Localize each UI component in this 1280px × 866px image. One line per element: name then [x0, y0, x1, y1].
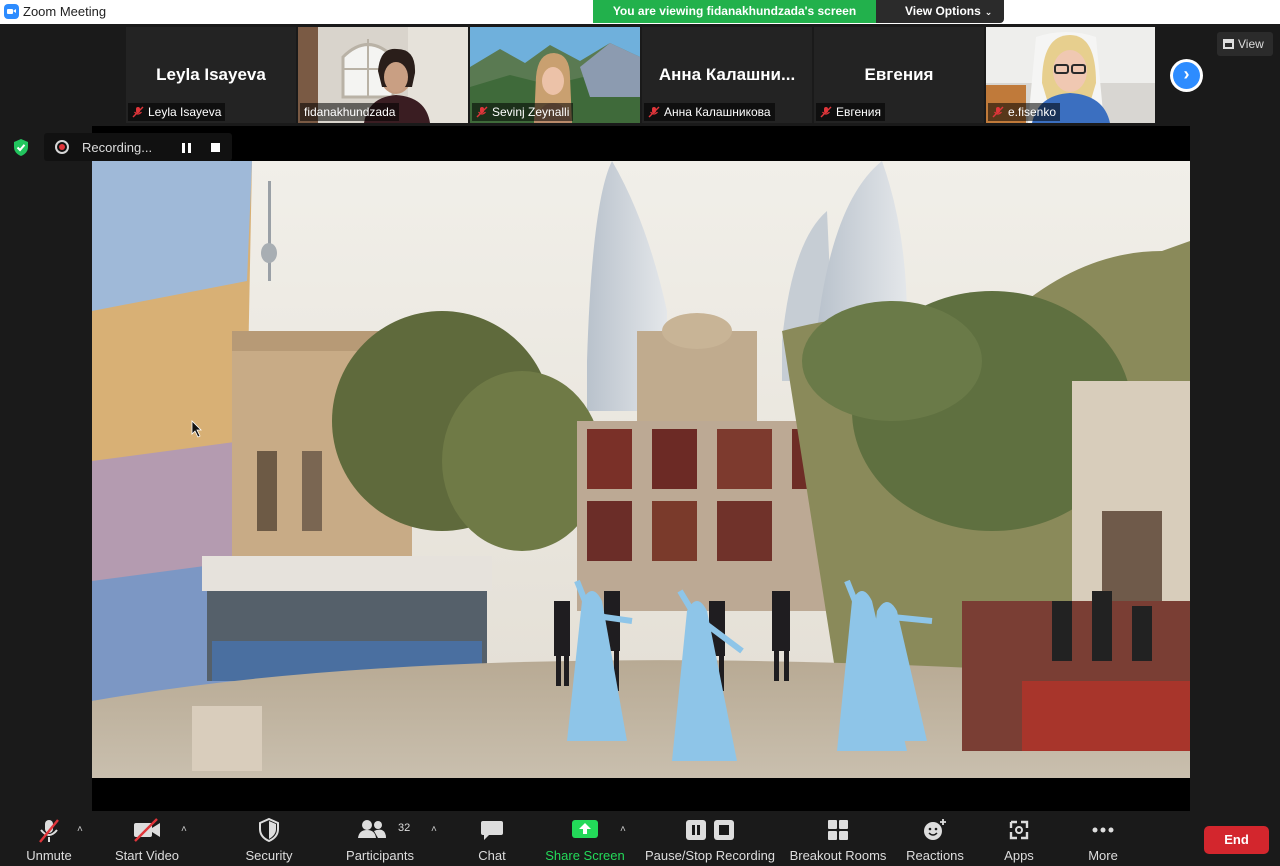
reactions-button[interactable]: Reactions	[902, 812, 968, 866]
more-button[interactable]: More	[1072, 812, 1134, 866]
audio-options-caret-icon[interactable]: ˄	[77, 824, 83, 835]
participant-name: e.fisenko	[1008, 105, 1057, 119]
muted-mic-icon	[820, 106, 832, 118]
shared-video-content	[92, 161, 1190, 778]
video-off-icon	[134, 818, 160, 842]
reactions-smiley-icon	[924, 819, 946, 840]
chat-label: Chat	[478, 848, 506, 863]
recording-indicator: Recording...	[44, 133, 232, 161]
pause-stop-recording-button[interactable]: Pause/Stop Recording	[644, 812, 776, 866]
muted-mic-icon	[476, 106, 488, 118]
encryption-shield-icon[interactable]	[12, 138, 30, 157]
more-label: More	[1088, 848, 1118, 863]
participant-display-name: Leyla Isayeva	[156, 65, 266, 84]
chat-button[interactable]: Chat	[462, 812, 522, 866]
muted-mic-icon	[992, 106, 1004, 118]
security-label: Security	[245, 848, 293, 863]
apps-label: Apps	[1004, 848, 1034, 863]
participants-options-caret-icon[interactable]: ˄	[431, 824, 437, 835]
breakout-rooms-grid-icon	[828, 820, 848, 840]
muted-mic-icon	[132, 106, 144, 118]
participant-nameplate: Sevinj Zeynalli	[472, 103, 574, 121]
shared-video-scene	[92, 161, 1190, 778]
reactions-label: Reactions	[906, 848, 964, 863]
meeting-toolbar: Unmute ˄ Start Video ˄ Security 32 Parti…	[0, 812, 1280, 866]
gallery-next-page-button[interactable]: ›	[1170, 59, 1203, 92]
participant-nameplate: Анна Калашникова	[644, 103, 775, 121]
participants-button[interactable]: 32 Participants	[340, 812, 420, 866]
video-options-caret-icon[interactable]: ˄	[181, 824, 187, 835]
zoom-app-icon	[4, 4, 19, 19]
participants-count: 32	[398, 822, 411, 834]
participant-nameplate: fidanakhundzada	[300, 103, 400, 121]
window-title: Zoom Meeting	[23, 4, 107, 19]
participant-nameplate: Евгения	[816, 103, 885, 121]
pause-stop-recording-label: Pause/Stop Recording	[644, 848, 776, 863]
view-options-button[interactable]: View Options ⌄	[876, 0, 1004, 23]
view-layout-label: View	[1238, 37, 1264, 51]
participant-tile[interactable]: Евгения Евгения	[814, 27, 984, 123]
stop-recording-icon[interactable]	[211, 143, 220, 152]
view-layout-button[interactable]: View	[1217, 32, 1273, 56]
recording-status: Recording...	[82, 140, 153, 155]
breakout-rooms-label: Breakout Rooms	[789, 848, 887, 863]
chevron-right-icon: ›	[1173, 62, 1200, 89]
participant-nameplate: Leyla Isayeva	[128, 103, 226, 121]
view-options-label: View Options	[905, 4, 981, 18]
participants-icon	[358, 820, 386, 838]
participant-name: Sevinj Zeynalli	[492, 105, 570, 119]
muted-mic-icon	[39, 819, 59, 843]
share-screen-arrow-icon	[572, 820, 598, 838]
participant-name: Анна Калашникова	[664, 105, 771, 119]
pause-stop-recording-icon	[686, 820, 734, 840]
share-options-caret-icon[interactable]: ˄	[620, 824, 626, 835]
apps-icon	[1009, 820, 1029, 840]
security-button[interactable]: Security	[234, 812, 304, 866]
participant-tile[interactable]: e.fisenko	[986, 27, 1155, 123]
breakout-rooms-button[interactable]: Breakout Rooms	[786, 812, 890, 866]
screen-share-banner: You are viewing fidanakhundzada's screen	[593, 0, 876, 23]
share-screen-label: Share Screen	[545, 848, 625, 863]
participant-display-name: Евгения	[864, 65, 934, 84]
participant-tile[interactable]: Анна Калашни... Анна Калашникова	[642, 27, 812, 123]
start-video-label: Start Video	[114, 848, 180, 863]
pause-recording-icon[interactable]	[182, 143, 191, 153]
participant-nameplate: e.fisenko	[988, 103, 1061, 121]
recording-dot-icon	[55, 140, 69, 154]
start-video-button[interactable]: Start Video	[106, 812, 188, 866]
muted-mic-icon	[648, 106, 660, 118]
participant-tile-active-speaker[interactable]: fidanakhundzada	[298, 27, 468, 123]
participant-display-name: Анна Калашни...	[658, 65, 796, 84]
grid-layout-icon	[1223, 39, 1234, 49]
participants-label: Participants	[346, 848, 414, 863]
unmute-label: Unmute	[26, 848, 72, 863]
participant-tile[interactable]: Sevinj Zeynalli	[470, 27, 640, 123]
more-ellipsis-icon	[1092, 827, 1114, 833]
security-shield-icon	[259, 818, 279, 842]
participant-name: Евгения	[836, 105, 881, 119]
unmute-button[interactable]: Unmute	[14, 812, 84, 866]
participant-name: fidanakhundzada	[304, 105, 396, 119]
chevron-down-icon: ⌄	[984, 7, 993, 17]
participant-name: Leyla Isayeva	[148, 105, 222, 119]
participant-tile[interactable]: Leyla Isayeva Leyla Isayeva	[126, 27, 296, 123]
chat-bubble-icon	[481, 821, 503, 840]
apps-button[interactable]: Apps	[990, 812, 1048, 866]
end-meeting-button[interactable]: End	[1204, 826, 1269, 854]
share-screen-button[interactable]: Share Screen	[540, 812, 630, 866]
